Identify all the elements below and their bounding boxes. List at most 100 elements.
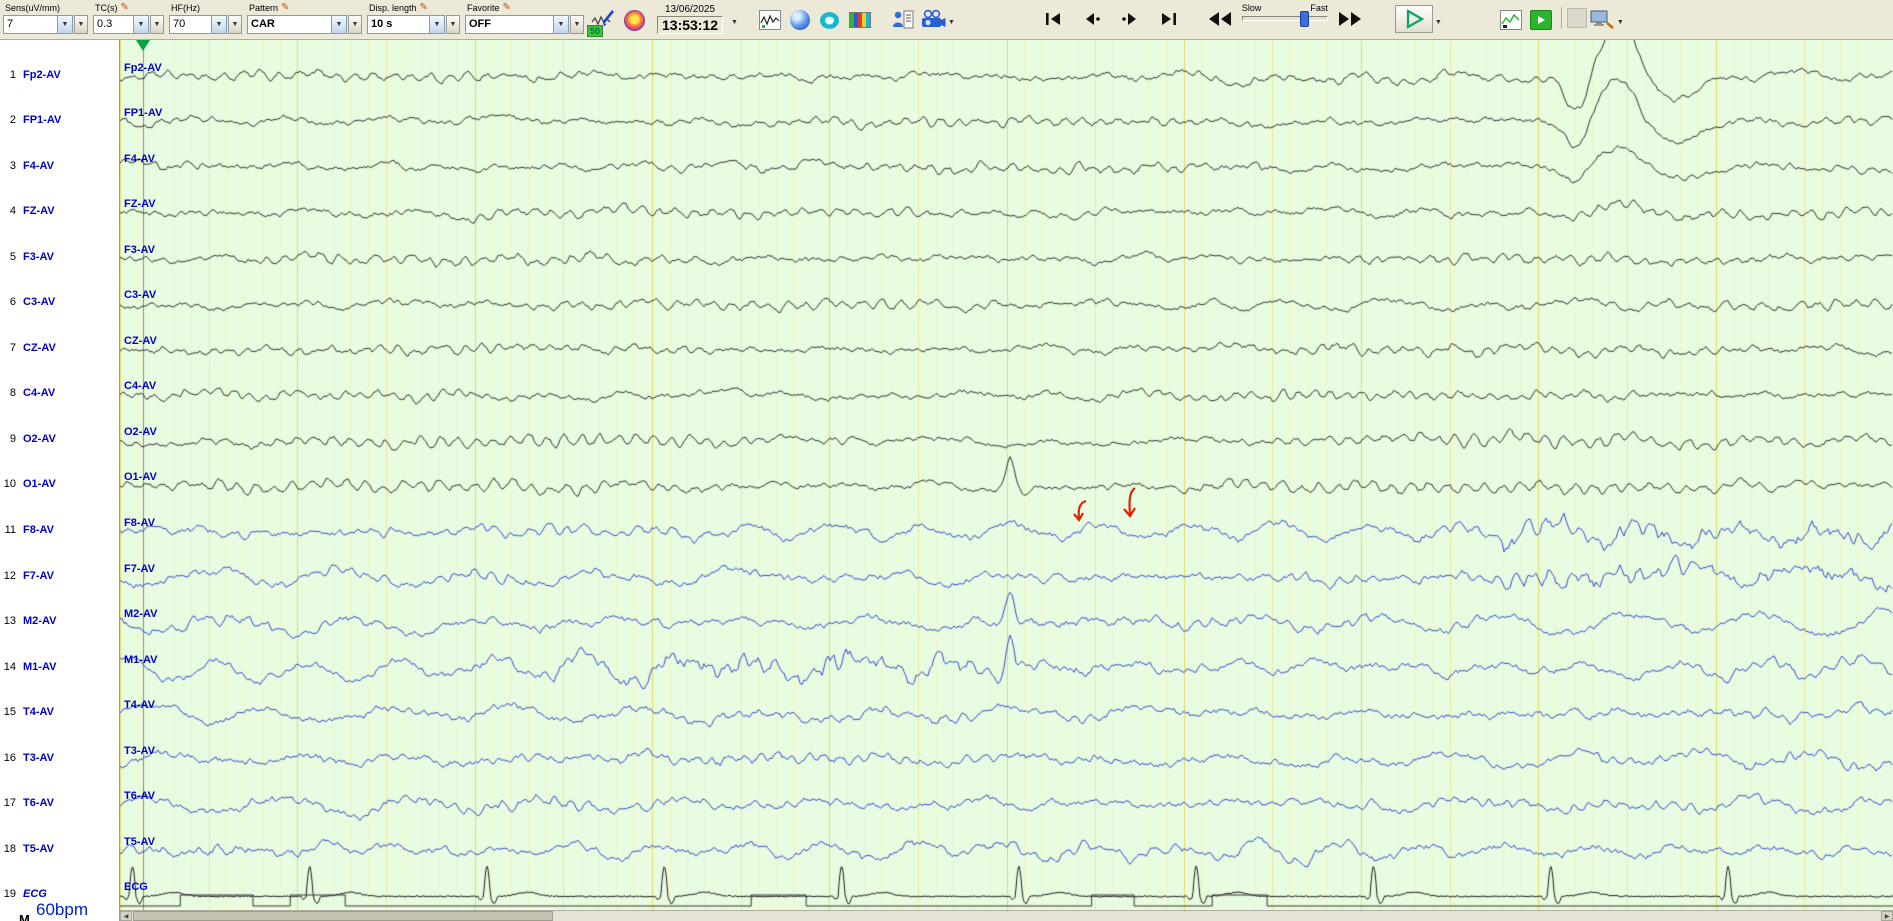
edit-pencil-icon[interactable]: ✎ <box>281 3 289 13</box>
favorite-history-button[interactable]: ▼ <box>570 15 584 34</box>
fast-forward-icon <box>1338 12 1361 26</box>
head-map-button[interactable] <box>786 6 814 34</box>
channel-row-T5-AV[interactable]: 18 T5-AV <box>0 842 119 857</box>
channel-row-ECG[interactable]: 19 ECG <box>0 888 119 902</box>
fast-rewind-button[interactable] <box>1202 6 1238 32</box>
speed-slider-track[interactable] <box>1241 11 1328 27</box>
speed-slider-thumb[interactable] <box>1300 11 1310 27</box>
trace-label-T5-AV: T5-AV <box>124 835 155 848</box>
edit-pencil-icon[interactable]: ✎ <box>503 3 511 13</box>
annotation-arrow-2-icon[interactable] <box>1120 486 1140 525</box>
trace-label-FZ-AV: FZ-AV <box>124 198 156 211</box>
channel-row-C4-AV[interactable]: 8 C4-AV <box>0 387 119 401</box>
time-cursor-marker-icon[interactable] <box>136 40 150 51</box>
chevron-down-icon[interactable]: ▼ <box>331 16 346 33</box>
patient-info-button[interactable] <box>889 6 917 34</box>
rewind-icon <box>1208 12 1231 26</box>
report-chart-button[interactable] <box>1497 6 1525 34</box>
pattern-history-button[interactable]: ▼ <box>348 15 362 34</box>
more-tools-dropdown-icon[interactable]: ▼ <box>1617 19 1624 26</box>
eeg-trace-canvas[interactable] <box>120 40 1893 910</box>
scrollbar-thumb[interactable] <box>133 911 553 921</box>
auto-play-button[interactable] <box>1527 6 1555 34</box>
fast-forward-button[interactable] <box>1332 6 1368 32</box>
annotation-arrow-1-icon[interactable] <box>1070 498 1090 529</box>
edit-pencil-icon[interactable]: ✎ <box>121 3 129 13</box>
trend-chart-button[interactable] <box>756 6 784 34</box>
disp-length-combobox[interactable]: 10 s ▼ <box>367 15 445 34</box>
chevron-down-icon[interactable]: ▼ <box>553 16 568 33</box>
channel-row-O1-AV[interactable]: 10 O1-AV <box>0 478 119 492</box>
video-camera-icon <box>921 9 946 27</box>
trace-area: Fp2-AV FP1-AV F4-AV FZ-AV F3-AV C3-AV CZ-AV C4-… <box>120 40 1893 910</box>
chevron-down-icon[interactable]: ▼ <box>211 16 226 33</box>
chevron-down-icon[interactable]: ▼ <box>429 16 444 33</box>
channel-row-T3-AV[interactable]: 16 T3-AV <box>0 751 119 766</box>
tc-s-combobox[interactable]: 0.3 ▼ <box>93 15 149 34</box>
param-pattern: Pattern ✎ CAR ▼ ▼ <box>247 1 362 34</box>
hf-hz-combobox[interactable]: 70 ▼ <box>169 15 227 34</box>
channel-number: 10 <box>3 478 16 491</box>
channel-row-O2-AV[interactable]: 9 O2-AV <box>0 433 119 447</box>
sens-uv-mm-combobox[interactable]: 7 ▼ <box>3 15 73 34</box>
channel-name-label: T5-AV <box>23 842 54 855</box>
pattern-combobox[interactable]: CAR ▼ <box>247 15 347 34</box>
channel-name-label: FZ-AV <box>23 205 55 218</box>
channel-row-C3-AV[interactable]: 6 C3-AV <box>0 296 119 310</box>
channel-number: 11 <box>4 524 16 536</box>
ring-map-button[interactable] <box>816 6 844 34</box>
channel-row-FP1-AV[interactable]: 2 FP1-AV <box>0 114 119 128</box>
disp-length-history-button[interactable]: ▼ <box>446 15 460 34</box>
channel-row-F8-AV[interactable]: 11 F8-AV <box>0 524 119 538</box>
channel-row-F7-AV[interactable]: 12 F7-AV <box>0 570 119 584</box>
trace-label-T4-AV: T4-AV <box>124 699 155 712</box>
right-toolbar-group: ▼ <box>1496 1 1626 34</box>
video-button[interactable] <box>919 6 947 34</box>
color-scale-button[interactable] <box>846 6 874 34</box>
channel-row-Fp2-AV[interactable]: 1 Fp2-AV <box>0 68 119 83</box>
channel-row-FZ-AV[interactable]: 4 FZ-AV <box>0 205 119 219</box>
sens-uv-mm-history-button[interactable]: ▼ <box>74 15 88 34</box>
step-forward-button[interactable] <box>1112 6 1148 32</box>
scroll-right-arrow-icon[interactable]: ▶ <box>1881 911 1893 921</box>
play-button[interactable] <box>1394 5 1433 33</box>
annotation-pen-button[interactable]: 50 <box>587 6 618 37</box>
channel-number: 16 <box>3 751 16 764</box>
channel-name-label: CZ-AV <box>23 341 56 354</box>
color-bars-icon <box>848 12 871 28</box>
channel-row-CZ-AV[interactable]: 7 CZ-AV <box>0 341 119 356</box>
skip-to-start-button[interactable] <box>1036 6 1072 32</box>
channel-row-T4-AV[interactable]: 15 T4-AV <box>0 706 119 720</box>
skip-start-icon <box>1045 13 1060 25</box>
channel-row-F3-AV[interactable]: 5 F3-AV <box>0 251 119 265</box>
play-options-dropdown-icon[interactable]: ▼ <box>1435 19 1442 26</box>
channel-row-T6-AV[interactable]: 17 T6-AV <box>0 797 119 811</box>
workstation-settings-button[interactable] <box>1588 6 1616 34</box>
video-options-dropdown-icon[interactable]: ▼ <box>948 19 955 26</box>
datetime-dropdown-icon[interactable]: ▼ <box>731 19 738 26</box>
scroll-left-arrow-icon[interactable]: ◀ <box>120 911 132 921</box>
channel-name-label: F4-AV <box>23 159 54 172</box>
skip-to-end-button[interactable] <box>1150 6 1186 32</box>
hf-hz-history-button[interactable]: ▼ <box>228 15 242 34</box>
patient-list-icon <box>892 10 914 29</box>
chevron-down-icon[interactable]: ▼ <box>133 16 148 33</box>
channel-row-M1-AV[interactable]: 14 M1-AV <box>0 661 119 675</box>
horizontal-scrollbar[interactable]: ◀ ▶ <box>120 910 1893 921</box>
channel-name-label: F8-AV <box>23 524 54 536</box>
channel-number: 13 <box>3 615 16 628</box>
combo-value: CAR <box>251 18 275 30</box>
favorite-combobox[interactable]: OFF ▼ <box>465 15 569 34</box>
channel-name-label: Fp2-AV <box>23 68 61 81</box>
channel-row-F4-AV[interactable]: 3 F4-AV <box>0 159 119 174</box>
step-back-button[interactable] <box>1074 6 1110 32</box>
chevron-down-icon[interactable]: ▼ <box>57 16 72 33</box>
trace-label-M1-AV: M1-AV <box>124 653 158 666</box>
edit-pencil-icon[interactable]: ✎ <box>420 3 428 13</box>
channel-number: 2 <box>9 114 16 127</box>
combo-value: 7 <box>7 18 14 30</box>
channel-row-M2-AV[interactable]: 13 M2-AV <box>0 615 119 629</box>
tc-s-history-button[interactable]: ▼ <box>150 15 164 34</box>
step-forward-icon <box>1122 13 1136 25</box>
color-map-button[interactable] <box>620 6 648 34</box>
